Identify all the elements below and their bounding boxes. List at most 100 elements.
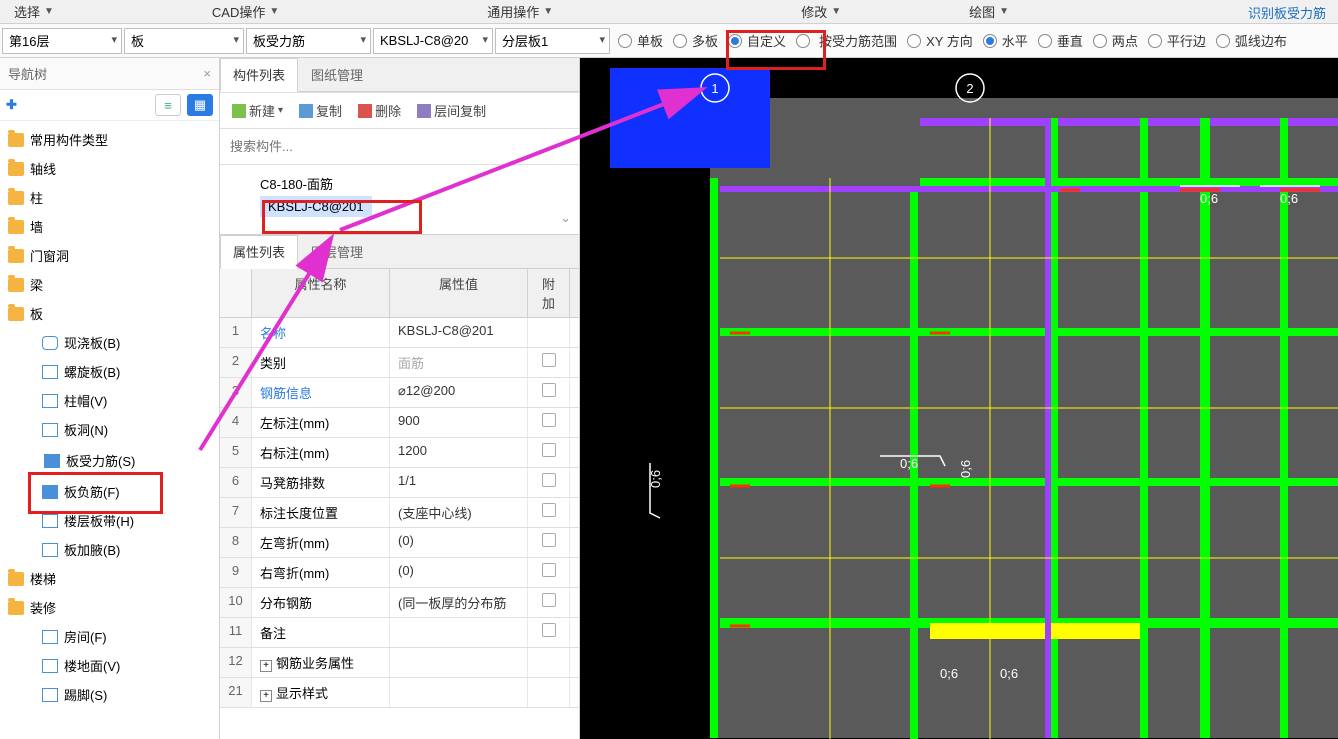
checkbox[interactable] xyxy=(542,413,556,427)
prop-attach[interactable] xyxy=(528,558,570,587)
prop-attach[interactable] xyxy=(528,318,570,347)
checkbox[interactable] xyxy=(542,563,556,577)
prop-value[interactable]: (同一板厚的分布筋 xyxy=(390,588,528,617)
ribbon-tab-cad[interactable]: CAD操作▼ xyxy=(198,0,293,23)
expand-icon[interactable]: + xyxy=(260,660,272,672)
radio-xy[interactable] xyxy=(907,34,921,48)
combo-layer[interactable]: 分层板1 xyxy=(495,28,610,54)
combo-floor[interactable]: 第16层 xyxy=(2,28,122,54)
checkbox[interactable] xyxy=(542,593,556,607)
radio-custom[interactable] xyxy=(728,34,742,48)
radio-multi[interactable] xyxy=(673,34,687,48)
table-row[interactable]: 11备注 xyxy=(220,618,579,648)
tree-folder-item[interactable]: 楼梯 xyxy=(0,564,219,593)
tree-folder-item[interactable]: 板 xyxy=(0,299,219,328)
tree-sub-item[interactable]: 螺旋板(B) xyxy=(0,357,219,386)
table-row[interactable]: 2类别面筋 xyxy=(220,348,579,378)
prop-attach[interactable] xyxy=(528,618,570,647)
prop-attach[interactable] xyxy=(528,468,570,497)
prop-attach[interactable] xyxy=(528,648,570,677)
tree-sub-item[interactable]: 楼层板带(H) xyxy=(0,506,219,535)
prop-value[interactable]: 1/1 xyxy=(390,468,528,497)
drawing-canvas[interactable]: 1 2 0;6 0;6 0;6 0;6 0;6 0;6 0;6 xyxy=(580,58,1338,739)
radio-horizontal[interactable] xyxy=(983,34,997,48)
checkbox[interactable] xyxy=(542,443,556,457)
tab-layer-manage[interactable]: 图层管理 xyxy=(298,235,376,268)
table-row[interactable]: 8左弯折(mm)(0) xyxy=(220,528,579,558)
prop-value[interactable]: KBSLJ-C8@201 xyxy=(390,318,528,347)
prop-value[interactable]: 1200 xyxy=(390,438,528,467)
prop-value[interactable] xyxy=(390,648,528,677)
prop-attach[interactable] xyxy=(528,498,570,527)
view-grid-icon[interactable]: ▦ xyxy=(187,94,213,116)
prop-attach[interactable] xyxy=(528,528,570,557)
copy-button[interactable]: 复制 xyxy=(293,98,348,123)
prop-value[interactable]: (支座中心线) xyxy=(390,498,528,527)
combo-category[interactable]: 板 xyxy=(124,28,244,54)
tree-folder-item[interactable]: 梁 xyxy=(0,270,219,299)
tree-sub-item[interactable]: 踢脚(S) xyxy=(0,680,219,709)
prop-attach[interactable] xyxy=(528,588,570,617)
prop-value[interactable] xyxy=(390,678,528,707)
prop-attach[interactable] xyxy=(528,408,570,437)
table-row[interactable]: 12+钢筋业务属性 xyxy=(220,648,579,678)
checkbox[interactable] xyxy=(542,473,556,487)
prop-value[interactable]: 面筋 xyxy=(390,348,528,377)
checkbox[interactable] xyxy=(542,383,556,397)
radio-single[interactable] xyxy=(618,34,632,48)
list-item-selected[interactable]: KBSLJ-C8@201 xyxy=(260,196,372,217)
radio-arc[interactable] xyxy=(1216,34,1230,48)
radio-vertical[interactable] xyxy=(1038,34,1052,48)
prop-value[interactable]: (0) xyxy=(390,528,528,557)
ribbon-tab-modify[interactable]: 修改▼ xyxy=(787,0,855,23)
checkbox[interactable] xyxy=(542,503,556,517)
tree-sub-item[interactable]: 房间(F) xyxy=(0,622,219,651)
prop-value[interactable]: ⌀12@200 xyxy=(390,378,528,407)
table-row[interactable]: 5右标注(mm)1200 xyxy=(220,438,579,468)
radio-twopoint[interactable] xyxy=(1093,34,1107,48)
expand-icon[interactable]: + xyxy=(260,690,272,702)
tree-sub-item[interactable]: 板洞(N) xyxy=(0,415,219,444)
tree-folder-item[interactable]: 装修 xyxy=(0,593,219,622)
chevron-down-icon[interactable]: ⌄ xyxy=(560,210,571,226)
ribbon-tab-general[interactable]: 通用操作▼ xyxy=(473,0,567,23)
tree-sub-item[interactable]: 楼地面(V) xyxy=(0,651,219,680)
close-icon[interactable]: × xyxy=(203,66,211,81)
ribbon-tab-draw[interactable]: 绘图▼ xyxy=(955,0,1023,23)
checkbox[interactable] xyxy=(542,353,556,367)
tree-sub-item[interactable]: 板受力筋(S) xyxy=(0,444,219,477)
combo-component-type[interactable]: 板受力筋 xyxy=(246,28,371,54)
delete-button[interactable]: 删除 xyxy=(352,98,407,123)
table-row[interactable]: 4左标注(mm)900 xyxy=(220,408,579,438)
new-button[interactable]: 新建 ▾ xyxy=(226,98,289,123)
tree-folder-item[interactable]: 墙 xyxy=(0,212,219,241)
prop-attach[interactable] xyxy=(528,348,570,377)
expand-icon[interactable]: ✚ xyxy=(6,97,17,113)
tree-sub-item[interactable]: 板负筋(F) xyxy=(0,477,219,506)
prop-value[interactable]: (0) xyxy=(390,558,528,587)
tree-folder-item[interactable]: 常用构件类型 xyxy=(0,125,219,154)
view-list-icon[interactable]: ≡ xyxy=(155,94,181,116)
tree-sub-item[interactable]: 现浇板(B) xyxy=(0,328,219,357)
search-input[interactable] xyxy=(226,135,573,158)
table-row[interactable]: 1名称KBSLJ-C8@201 xyxy=(220,318,579,348)
table-row[interactable]: 7标注长度位置(支座中心线) xyxy=(220,498,579,528)
checkbox[interactable] xyxy=(542,533,556,547)
tab-component-list[interactable]: 构件列表 xyxy=(220,58,298,92)
checkbox[interactable] xyxy=(542,623,556,637)
table-row[interactable]: 10分布钢筋(同一板厚的分布筋 xyxy=(220,588,579,618)
table-row[interactable]: 9右弯折(mm)(0) xyxy=(220,558,579,588)
tab-drawing-manage[interactable]: 图纸管理 xyxy=(298,58,376,91)
table-row[interactable]: 3钢筋信息⌀12@200 xyxy=(220,378,579,408)
prop-value[interactable]: 900 xyxy=(390,408,528,437)
table-row[interactable]: 21+显示样式 xyxy=(220,678,579,708)
tree-sub-item[interactable]: 柱帽(V) xyxy=(0,386,219,415)
ribbon-tab-select[interactable]: 选择▼ xyxy=(0,0,68,23)
floor-copy-button[interactable]: 层间复制 xyxy=(411,98,492,123)
prop-attach[interactable] xyxy=(528,678,570,707)
ribbon-right-label[interactable]: 识别板受力筋 xyxy=(1236,0,1338,23)
tree-folder-item[interactable]: 轴线 xyxy=(0,154,219,183)
list-item[interactable]: C8-180-面筋 xyxy=(230,171,569,196)
prop-attach[interactable] xyxy=(528,378,570,407)
radio-parallel[interactable] xyxy=(1148,34,1162,48)
